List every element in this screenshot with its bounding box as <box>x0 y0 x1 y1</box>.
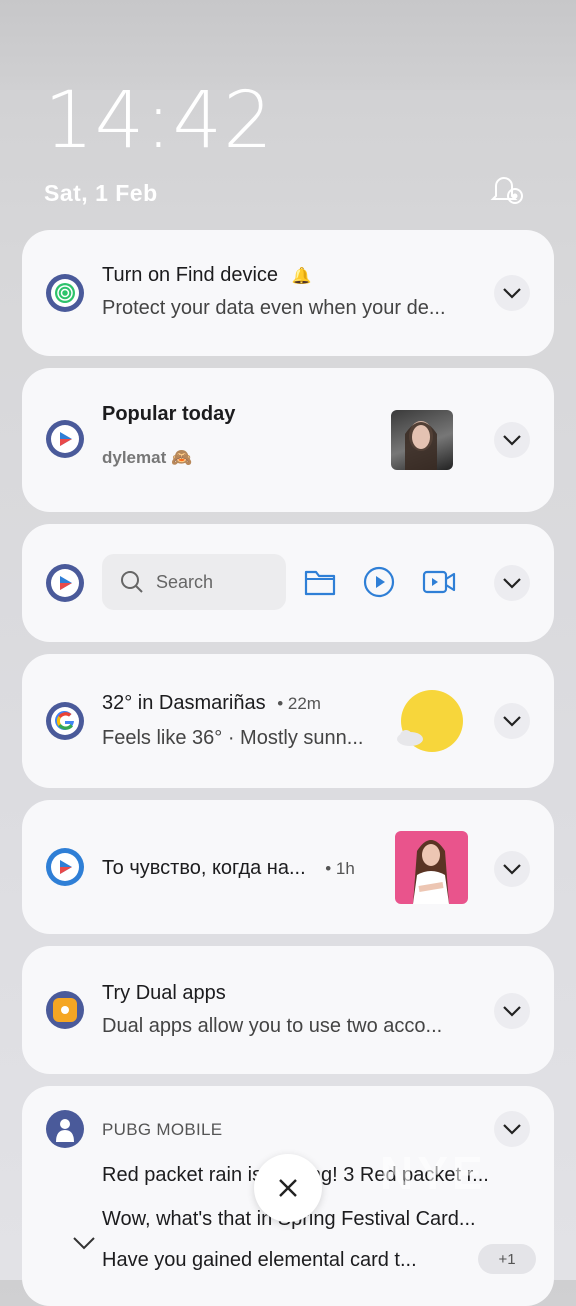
expand-button[interactable] <box>494 565 530 601</box>
folder-icon[interactable] <box>304 568 336 601</box>
more-count-badge[interactable]: +1 <box>478 1244 536 1274</box>
search-input[interactable]: Search <box>102 554 286 610</box>
collapse-chevron-icon[interactable] <box>72 1236 96 1255</box>
google-app-icon <box>46 702 84 740</box>
video-app-icon <box>46 848 84 886</box>
notification-title: То чувство, когда на... • 1h <box>102 857 355 879</box>
notification-title: 32° in Dasmariñas • 22m <box>102 692 321 714</box>
video-thumbnail <box>395 831 468 904</box>
chevron-down-icon <box>503 864 521 875</box>
notification-text: Dual apps allow you to use two acco... <box>102 1015 443 1037</box>
expand-button[interactable] <box>494 851 530 887</box>
pubg-app-icon <box>46 1110 84 1148</box>
notification-text: Feels like 36° · Mostly sunn... <box>102 727 364 749</box>
expand-button[interactable] <box>494 703 530 739</box>
chevron-down-icon <box>503 288 521 299</box>
notification-settings-icon[interactable] <box>488 170 528 210</box>
expand-button[interactable] <box>494 993 530 1029</box>
notification-title: Try Dual apps <box>102 982 226 1004</box>
find-device-app-icon <box>46 274 84 312</box>
clear-all-button[interactable] <box>254 1154 322 1222</box>
notification-text: dylemat 🙈 <box>102 448 193 467</box>
search-icon <box>121 571 143 593</box>
chevron-down-icon <box>503 435 521 446</box>
notification-title: Turn on Find device 🔔 <box>102 264 312 286</box>
alert-bell-icon: 🔔 <box>291 268 312 285</box>
notification-weather[interactable]: 32° in Dasmariñas • 22m Feels like 36° ·… <box>22 654 554 788</box>
notification-line: Have you gained elemental card t... <box>102 1249 417 1271</box>
app-name: PUBG MOBILE <box>102 1120 223 1139</box>
play-icon[interactable] <box>363 566 395 603</box>
watermark: NYE <box>380 1147 487 1199</box>
video-camera-icon[interactable] <box>422 568 456 601</box>
notification-title: Popular today <box>102 403 236 425</box>
notification-dual-apps[interactable]: Try Dual apps Dual apps allow you to use… <box>22 946 554 1074</box>
search-placeholder: Search <box>156 571 214 592</box>
notification-text: Protect your data even when your de... <box>102 297 446 319</box>
sun-cloud-icon <box>394 688 464 759</box>
expand-button[interactable] <box>494 1111 530 1147</box>
clock: 14:42 <box>44 76 274 166</box>
chevron-down-icon <box>503 1006 521 1017</box>
chevron-down-icon <box>503 716 521 727</box>
video-app-icon <box>46 564 84 602</box>
notification-player-controls[interactable]: Search <box>22 524 554 642</box>
date: Sat, 1 Feb <box>44 180 158 206</box>
notification-popular-today[interactable]: Popular today dylemat 🙈 <box>22 368 554 512</box>
expand-button[interactable] <box>494 275 530 311</box>
notification-video[interactable]: То чувство, когда на... • 1h <box>22 800 554 934</box>
chevron-down-icon <box>503 578 521 589</box>
close-icon <box>279 1179 297 1197</box>
notification-find-device[interactable]: Turn on Find device 🔔 Protect your data … <box>22 230 554 356</box>
video-thumbnail <box>391 410 453 470</box>
video-app-icon <box>46 420 84 458</box>
expand-button[interactable] <box>494 422 530 458</box>
chevron-down-icon <box>503 1124 521 1135</box>
dual-apps-icon <box>46 991 84 1029</box>
